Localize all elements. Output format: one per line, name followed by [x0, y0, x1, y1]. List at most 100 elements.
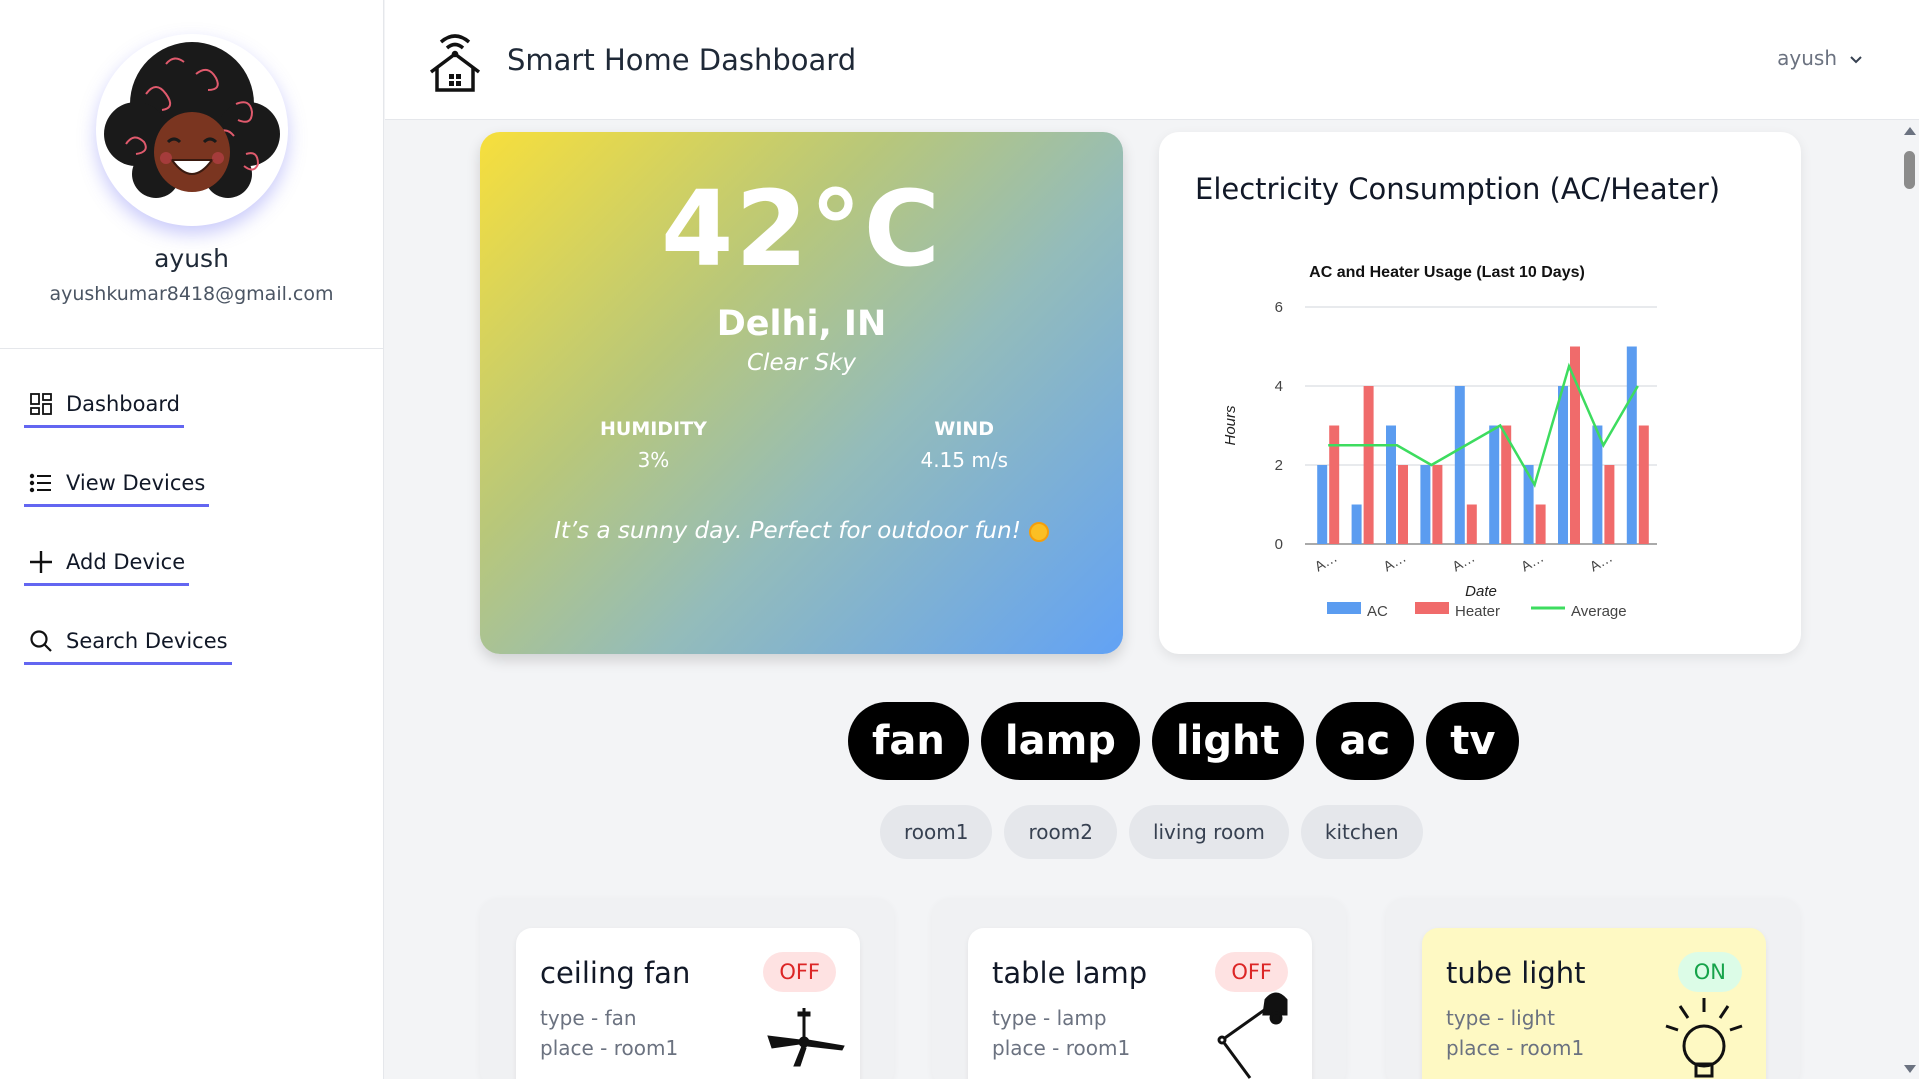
scrollbar[interactable]	[1900, 121, 1919, 1079]
bar-ac	[1420, 465, 1431, 544]
device-place: place - room1	[540, 1036, 679, 1060]
light-bulb-icon	[1662, 994, 1746, 1079]
device-status-toggle[interactable]: OFF	[763, 952, 836, 992]
plus-icon	[28, 549, 54, 575]
bar-heater	[1638, 425, 1649, 544]
x-tick-label: A…	[1380, 549, 1408, 575]
weather-message-row: It’s a sunny day. Perfect for outdoor fu…	[480, 518, 1123, 544]
dashboard-grid-icon	[28, 391, 54, 417]
bar-ac	[1592, 425, 1603, 544]
x-tick-label: A…	[1449, 549, 1477, 575]
x-axis-label: Date	[1465, 583, 1497, 600]
room-chip-room1[interactable]: room1	[880, 805, 993, 859]
device-name: table lamp	[992, 956, 1148, 990]
sidebar-item-add-device[interactable]: Add Device	[24, 547, 190, 586]
category-filter: fan lamp light ac tv	[848, 702, 1520, 780]
bar-ac	[1489, 425, 1500, 544]
sidebar-item-label: Add Device	[66, 550, 186, 574]
device-card-container: tube light type - light place - room1 ON	[1386, 898, 1800, 1079]
list-icon	[28, 470, 54, 496]
wind-value: 4.15 m/s	[920, 448, 1008, 472]
scrollbar-thumb[interactable]	[1904, 151, 1915, 189]
bar-heater	[1466, 504, 1477, 544]
bar-ac	[1454, 386, 1465, 544]
app-header: Smart Home Dashboard ayush	[385, 0, 1919, 120]
scroll-up-arrow-icon[interactable]	[1904, 127, 1916, 135]
sidebar-nav: Dashboard View Devices Add Device Search…	[0, 349, 383, 705]
sidebar-item-label: View Devices	[66, 471, 206, 495]
category-chip-ac[interactable]: ac	[1315, 702, 1415, 780]
y-axis-label: Hours	[1222, 405, 1239, 446]
weather-stats: HUMIDITY 3% WIND 4.15 m/s	[480, 418, 1123, 472]
bar-heater	[1570, 346, 1580, 544]
category-chip-lamp[interactable]: lamp	[980, 702, 1140, 780]
category-chip-light[interactable]: light	[1151, 702, 1304, 780]
ceiling-fan-icon	[764, 1008, 848, 1072]
user-menu-button[interactable]: ayush	[1777, 46, 1863, 70]
smart-home-icon	[427, 28, 483, 92]
legend-swatch-ac	[1327, 602, 1361, 614]
legend-label: AC	[1367, 603, 1388, 620]
search-icon	[28, 628, 54, 654]
device-place: place - room1	[992, 1036, 1131, 1060]
scroll-down-arrow-icon[interactable]	[1904, 1065, 1916, 1073]
legend-label: Heater	[1455, 603, 1500, 620]
sidebar-item-label: Dashboard	[66, 392, 180, 416]
humidity-label: HUMIDITY	[600, 418, 707, 440]
room-filter: room1 room2 living room kitchen	[880, 805, 1423, 859]
sidebar-item-search-devices[interactable]: Search Devices	[24, 626, 232, 665]
device-card-container: ceiling fan type - fan place - room1 OFF	[480, 898, 894, 1079]
profile-section: ayush ayushkumar8418@gmail.com	[0, 0, 383, 349]
bar-heater	[1329, 425, 1340, 544]
y-tick-label: 2	[1275, 457, 1283, 474]
sidebar-item-dashboard[interactable]: Dashboard	[24, 389, 184, 428]
page-title: Smart Home Dashboard	[507, 42, 857, 77]
profile-email: ayushkumar8418@gmail.com	[49, 283, 334, 305]
device-type: type - light	[1446, 1006, 1555, 1030]
device-place: place - room1	[1446, 1036, 1585, 1060]
weather-condition: Clear Sky	[747, 350, 856, 376]
weather-message: It’s a sunny day. Perfect for outdoor fu…	[554, 518, 1021, 544]
usage-chart: AC and Heater Usage (Last 10 Days) 0 2 4 6 Ho…	[1222, 264, 1657, 620]
device-card[interactable]: table lamp type - lamp place - room1 OFF	[968, 928, 1312, 1079]
table-lamp-icon	[1210, 990, 1300, 1079]
room-chip-kitchen[interactable]: kitchen	[1300, 805, 1423, 859]
weather-temperature: 42°C	[660, 168, 943, 290]
x-tick-label: A…	[1587, 549, 1615, 575]
electricity-chart-card: Electricity Consumption (AC/Heater) AC a…	[1159, 132, 1801, 654]
legend-swatch-heater	[1415, 602, 1449, 614]
sidebar-item-view-devices[interactable]: View Devices	[24, 468, 210, 507]
bar-heater	[1535, 504, 1546, 544]
device-card[interactable]: ceiling fan type - fan place - room1 OFF	[516, 928, 860, 1079]
legend-label: Average	[1571, 603, 1627, 620]
sidebar-item-label: Search Devices	[66, 629, 228, 653]
room-chip-living-room[interactable]: living room	[1128, 805, 1289, 859]
device-card[interactable]: tube light type - light place - room1 ON	[1422, 928, 1766, 1079]
bar-ac	[1386, 425, 1396, 544]
wind-label: WIND	[934, 418, 995, 440]
bar-ac	[1558, 386, 1568, 544]
humidity-stat: HUMIDITY 3%	[600, 418, 707, 472]
y-tick-label: 6	[1275, 299, 1283, 316]
sun-icon	[1028, 521, 1049, 542]
category-chip-tv[interactable]: tv	[1426, 702, 1520, 780]
device-status-toggle[interactable]: ON	[1677, 952, 1742, 992]
device-card-container: table lamp type - lamp place - room1 OFF	[932, 898, 1346, 1079]
bar-ac	[1317, 465, 1328, 544]
average-line	[1328, 362, 1639, 488]
humidity-value: 3%	[637, 448, 670, 472]
device-status-toggle[interactable]: OFF	[1215, 952, 1288, 992]
avatar[interactable]	[95, 34, 288, 226]
bar-heater	[1363, 386, 1374, 544]
sidebar: ayush ayushkumar8418@gmail.com Dashboard	[0, 0, 384, 1079]
y-tick-label: 4	[1275, 378, 1283, 395]
bar-ac	[1626, 346, 1637, 544]
wind-stat: WIND 4.15 m/s	[920, 418, 1008, 472]
profile-name: ayush	[154, 244, 229, 273]
device-name: ceiling fan	[540, 956, 691, 990]
category-chip-fan[interactable]: fan	[848, 702, 969, 780]
chart-title: AC and Heater Usage (Last 10 Days)	[1309, 264, 1585, 281]
user-menu-label: ayush	[1777, 46, 1837, 70]
room-chip-room2[interactable]: room2	[1004, 805, 1117, 859]
device-name: tube light	[1446, 956, 1586, 990]
